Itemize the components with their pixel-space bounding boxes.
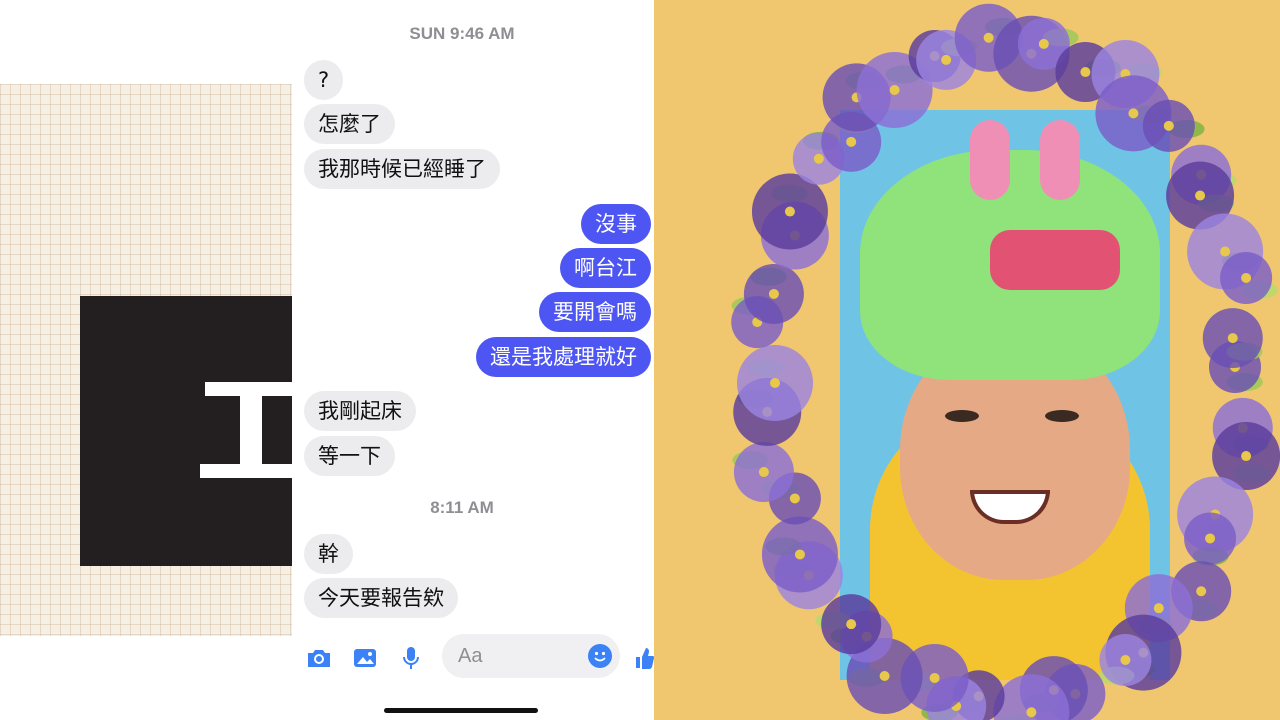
wreath-flower-center [1220,246,1231,257]
wreath-flower-center [889,84,900,95]
memorial-portrait-panel [640,0,1280,720]
wreath-flower-center [758,467,769,478]
wreath-flower-center [770,378,780,388]
wreath-flower-center [1128,108,1139,119]
outgoing-message[interactable]: 要開會嗎 [539,292,651,332]
wreath-flower-center [929,672,940,683]
wreath-flower-center [1120,655,1131,666]
wreath-flower-center [789,493,800,504]
incoming-message[interactable]: 我那時候已經睡了 [304,149,500,189]
chat-timestamp: SUN 9:46 AM [409,24,515,43]
incoming-message[interactable]: 今天要報告欸 [304,578,458,618]
messenger-chat-screenshot: SUN 9:46 AM ? 怎麼了 我那時候已經睡了 沒事 啊台江 要開會嗎 還… [292,0,654,720]
message-input[interactable]: Aa [442,634,620,678]
outgoing-message[interactable]: 還是我處理就好 [476,337,651,377]
image-icon[interactable] [352,646,378,670]
incoming-message[interactable]: 我剛起床 [304,391,416,431]
wreath-flower-center [1163,120,1174,131]
microphone-icon[interactable] [398,646,424,670]
wreath-flower-center [813,153,824,164]
message-input-placeholder: Aa [458,645,483,667]
wreath-flower-center [983,32,994,43]
wreath-flower-center [1195,190,1206,201]
wreath-flower-center [879,671,890,682]
home-indicator [384,708,538,713]
wreath-flower-center [1153,603,1164,614]
wreath-flower-center [794,549,805,560]
wreath-flower-center [846,136,857,147]
outgoing-message[interactable]: 啊台江 [560,248,651,288]
wreath-flower-center [1038,38,1049,49]
slide-glyph-left [200,370,300,480]
wreath-flower-center [768,288,779,299]
outgoing-message[interactable]: 沒事 [581,204,651,244]
wreath-flower-center [1241,451,1252,462]
wreath-flower-center [784,206,795,217]
chat-timestamp: 8:11 AM [430,498,494,517]
wreath-flower-center [1227,333,1238,344]
incoming-message[interactable]: ? [304,60,344,100]
incoming-message[interactable]: 等一下 [304,436,395,476]
wreath-flower-center [1205,533,1216,544]
wreath-flower-center [941,54,952,65]
incoming-message[interactable]: 怎麼了 [304,104,395,144]
message-composer: Aa [292,634,654,680]
thumbs-up-icon[interactable] [634,646,654,670]
incoming-message[interactable]: 幹 [304,534,353,574]
wreath-flower-center [1080,67,1091,78]
camera-icon[interactable] [306,646,332,670]
wreath-flower-center [1241,272,1252,283]
wreath-flower-center [1196,586,1207,597]
flower-wreath [731,3,1280,720]
emoji-icon[interactable] [588,644,612,668]
wreath-flower-center [846,619,857,630]
screenshot-collage: SUN 9:46 AM ? 怎麼了 我那時候已經睡了 沒事 啊台江 要開會嗎 還… [0,0,1280,720]
wreath-flower-center [1026,707,1037,718]
